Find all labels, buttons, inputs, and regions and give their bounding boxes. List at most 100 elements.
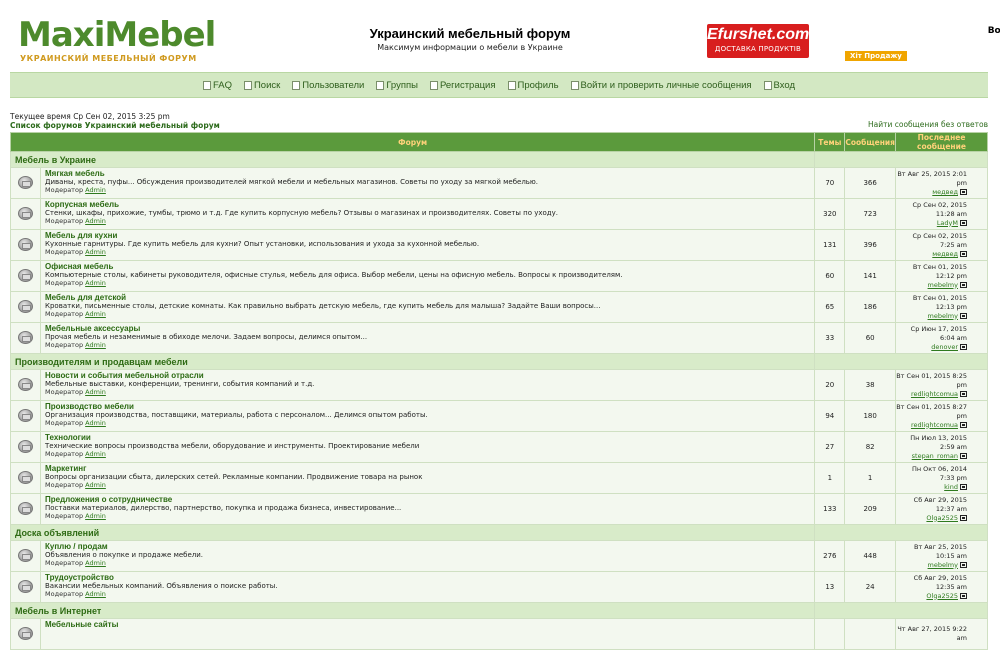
nav-item-5[interactable]: Профиль [507, 80, 559, 91]
moderator-link[interactable]: Admin [85, 388, 106, 396]
last-post-user[interactable]: mebelmy [928, 281, 958, 289]
last-post-user[interactable]: Olga2525 [926, 592, 958, 600]
last-post-user[interactable]: kind [944, 483, 958, 491]
forum-last-post: Вт Авг 25, 2015 10:15 am mebelmy [895, 540, 988, 572]
goto-last-post-icon[interactable] [960, 592, 967, 599]
category-name[interactable]: Доска объявлений [9, 524, 816, 541]
moderator-label: Модератор [45, 279, 84, 287]
forum-main-cell: Новости и события мебельной отрасли Мебел… [39, 369, 816, 401]
forum-title-link[interactable]: Мебельные аксессуары [45, 324, 814, 333]
forum-folder-icon [18, 377, 33, 391]
forum-title-link[interactable]: Предложения о сотрудничестве [45, 495, 814, 504]
moderator-link[interactable]: Admin [85, 341, 106, 349]
goto-last-post-icon[interactable] [960, 188, 967, 195]
category-name[interactable]: Мебель в Украине [9, 151, 816, 168]
nav-item-4[interactable]: Регистрация [429, 80, 496, 91]
last-post-user[interactable]: stepan_roman [912, 452, 958, 460]
forum-last-post: Вт Сен 01, 2015 8:27 pm redlightcomua [895, 400, 988, 432]
forum-title-link[interactable]: Мебель для кухни [45, 231, 814, 240]
forum-status-cell [10, 400, 41, 432]
goto-last-post-icon[interactable] [960, 483, 967, 490]
nav-item-1[interactable]: Поиск [243, 79, 281, 91]
category-name[interactable]: Мебель в Интернет [9, 602, 816, 619]
goto-last-post-icon[interactable] [960, 421, 967, 428]
category-row: Мебель в Интернет [9, 602, 988, 619]
moderator-link[interactable]: Admin [85, 279, 106, 287]
nav-item-label: Поиск [253, 79, 281, 91]
breadcrumb[interactable]: Список форумов Украинский мебельный фору… [10, 121, 220, 130]
moderator-link[interactable]: Admin [85, 512, 106, 520]
last-post-user[interactable]: медвед [932, 250, 958, 258]
moderator-link[interactable]: Admin [85, 186, 106, 194]
forum-title-link[interactable]: Маркетинг [45, 464, 814, 473]
last-post-user[interactable]: медвед [932, 188, 958, 196]
nav-item-6[interactable]: Войти и проверить личные сообщения [570, 80, 752, 91]
forum-title-link[interactable]: Технологии [45, 433, 814, 442]
moderator-link[interactable]: Admin [85, 217, 106, 225]
groups-icon [376, 80, 385, 90]
current-time: Текущее время Ср Сен 02, 2015 3:25 pm [10, 112, 170, 121]
forum-title-link[interactable]: Мебель для детской [45, 293, 814, 302]
ad-badge[interactable]: Хіт Продажу [845, 51, 907, 61]
goto-last-post-icon[interactable] [960, 452, 967, 459]
forum-title-link[interactable]: Куплю / продам [45, 542, 814, 551]
goto-last-post-icon[interactable] [960, 219, 967, 226]
ad-banner[interactable]: Efurshet.com ДОСТАВКА ПРОДУКТІВ [707, 24, 809, 58]
last-post-user[interactable]: LadyM [937, 219, 958, 227]
moderator-link[interactable]: Admin [85, 450, 106, 458]
moderator-link[interactable]: Admin [85, 419, 106, 427]
forum-table: Форум Темы Сообщения Последнее сообщение… [9, 132, 988, 650]
forum-title-link[interactable]: Мягкая мебель [45, 169, 814, 178]
forum-row: Предложения о сотрудничестве Поставки мат… [10, 493, 988, 525]
forum-folder-icon [18, 408, 33, 422]
forum-description: Объявления о покупке и продаже мебели. [45, 551, 204, 559]
forum-moderator: Модератор Admin [45, 559, 814, 567]
moderator-link[interactable]: Admin [85, 248, 106, 256]
goto-last-post-icon[interactable] [960, 390, 967, 397]
forum-title-link[interactable]: Мебельные сайты [45, 620, 814, 629]
site-logo[interactable]: MaxiMebel УКРАИНСКИЙ МЕБЕЛЬНЫЙ ФОРУМ [18, 18, 216, 63]
forum-title-link[interactable]: Офисная мебель [45, 262, 814, 271]
last-post-user[interactable]: mebelmy [928, 312, 958, 320]
last-post-user[interactable]: mebelmy [928, 561, 958, 569]
forum-description: Компьютерные столы, кабинеты руководител… [45, 271, 623, 279]
forum-status-cell [10, 571, 41, 603]
nav-item-7[interactable]: Вход [763, 80, 795, 91]
unanswered-link[interactable]: Найти сообщения без ответов [868, 120, 988, 129]
forum-folder-icon [18, 268, 33, 282]
nav-item-3[interactable]: Группы [376, 80, 418, 91]
category-spacer [814, 353, 988, 370]
forum-folder-icon [18, 501, 33, 515]
forum-status-cell [10, 322, 41, 354]
forum-title-link[interactable]: Корпусная мебель [45, 200, 814, 209]
goto-last-post-icon[interactable] [960, 250, 967, 257]
moderator-label: Модератор [45, 388, 84, 396]
goto-last-post-icon[interactable] [960, 514, 967, 521]
last-post-user[interactable]: denover [931, 343, 958, 351]
goto-last-post-icon[interactable] [960, 561, 967, 568]
last-post-user[interactable]: redlightcomua [911, 390, 958, 398]
category-name[interactable]: Производителям и продавцам мебели [9, 353, 816, 370]
header-forum: Форум [9, 132, 816, 152]
forum-title-link[interactable]: Новости и события мебельной отрасли [45, 371, 814, 380]
nav-item-0[interactable]: FAQ [202, 80, 232, 91]
forum-description: Вакансии мебельных компаний. Объявления … [45, 582, 278, 590]
goto-last-post-icon[interactable] [960, 312, 967, 319]
forum-posts-count: 82 [844, 431, 896, 463]
nav-item-2[interactable]: Пользователи [292, 80, 364, 91]
forum-row: Мебель для детской Кроватки, письменные с… [10, 291, 988, 323]
forum-title-link[interactable]: Трудоустройство [45, 573, 814, 582]
last-post-user[interactable]: Olga2525 [926, 514, 958, 522]
last-post-date: Вт Сен 01, 2015 8:25 pm [896, 371, 967, 389]
moderator-link[interactable]: Admin [85, 559, 106, 567]
goto-last-post-icon[interactable] [960, 281, 967, 288]
last-post-user[interactable]: redlightcomua [911, 421, 958, 429]
goto-last-post-icon[interactable] [960, 343, 967, 350]
moderator-link[interactable]: Admin [85, 590, 106, 598]
moderator-link[interactable]: Admin [85, 481, 106, 489]
forum-title-link[interactable]: Производство мебели [45, 402, 814, 411]
forum-row: Мягкая мебель Диваны, креста, пуфы... Обс… [10, 167, 988, 199]
category-row: Мебель в Украине [9, 151, 988, 168]
forum-topics-count: 320 [814, 198, 846, 230]
moderator-link[interactable]: Admin [85, 310, 106, 318]
